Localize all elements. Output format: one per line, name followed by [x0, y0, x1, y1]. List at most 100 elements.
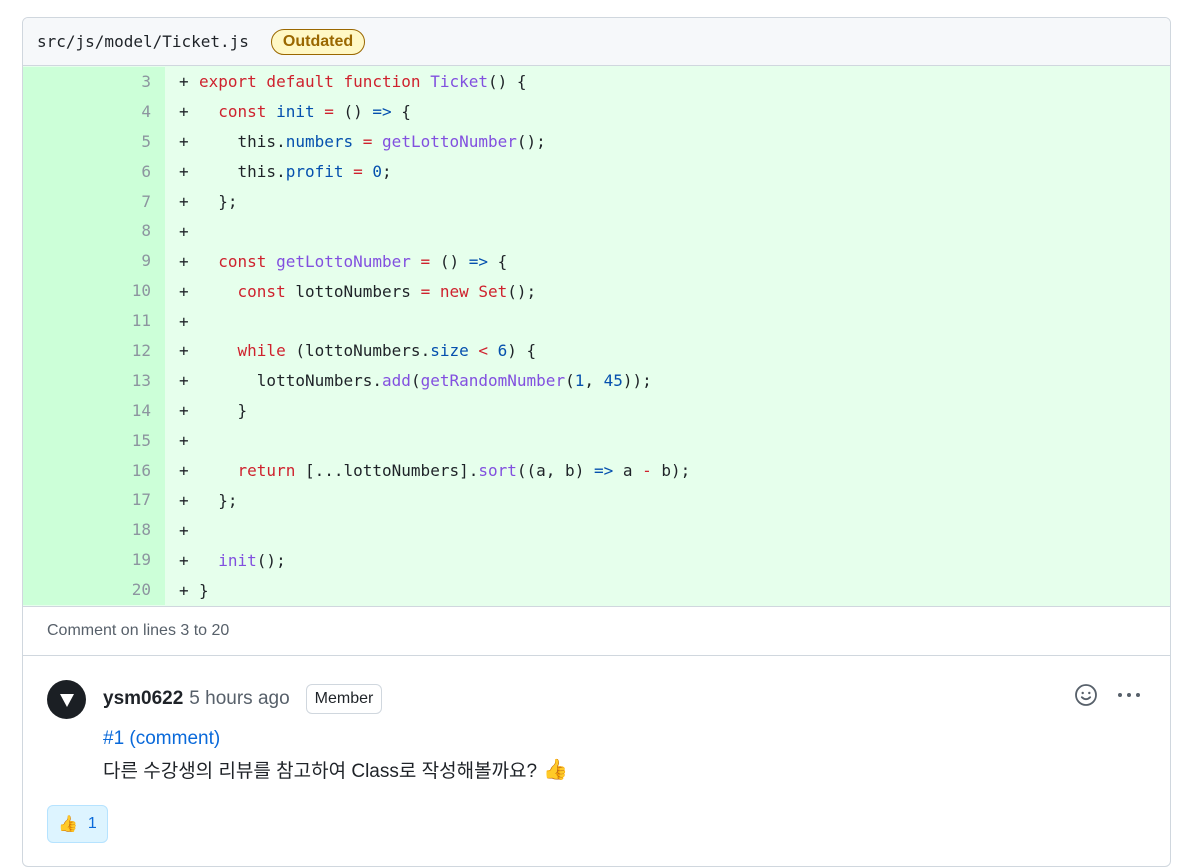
code-token: };	[199, 490, 238, 510]
code-text: this.numbers = getLottoNumber();	[199, 132, 546, 151]
diff-line: 14 + }	[23, 395, 1170, 426]
code-token: 1	[574, 371, 585, 391]
code-text: lottoNumbers.add(getRandomNumber(1, 45))…	[199, 371, 652, 390]
code-token: (lottoNumbers.	[285, 341, 431, 361]
code-text: };	[199, 490, 238, 510]
diff-line: 17 + };	[23, 485, 1170, 516]
diff-sign: +	[179, 371, 189, 391]
code-token: b);	[651, 461, 691, 481]
line-number[interactable]: 15	[23, 425, 165, 456]
diff-sign: +	[179, 132, 189, 152]
comment-author[interactable]: ysm0622	[103, 688, 183, 710]
review-thread: src/js/model/Ticket.js Outdated 3 + export…	[22, 17, 1171, 867]
code-token: (	[565, 371, 575, 391]
comment-range-label: Comment on lines 3 to 20	[23, 606, 1170, 656]
diff-line: 19 + init();	[23, 545, 1170, 576]
comment-actions	[1074, 683, 1142, 707]
line-number[interactable]: 18	[23, 515, 165, 546]
code-token: -	[642, 461, 652, 481]
code-token: {	[488, 251, 508, 271]
code-token: =	[314, 102, 344, 122]
code-text: return [...lottoNumbers].sort((a, b) => …	[199, 461, 691, 481]
line-number[interactable]: 19	[23, 545, 165, 576]
line-number[interactable]: 7	[23, 186, 165, 217]
code-token: size	[430, 341, 469, 361]
diff-sign: +	[179, 221, 189, 241]
line-number[interactable]: 20	[23, 575, 165, 606]
smiley-icon[interactable]	[1074, 683, 1098, 707]
code-token: return	[237, 461, 296, 481]
line-number[interactable]: 9	[23, 246, 165, 277]
code-token: ,	[584, 371, 604, 391]
code-token: =>	[468, 251, 488, 271]
code-token: const	[218, 102, 277, 122]
code-token: {	[391, 102, 411, 122]
line-number[interactable]: 3	[23, 67, 165, 97]
diff-line: 13 + lottoNumbers.add(getRandomNumber(1, …	[23, 365, 1170, 396]
thumbs-up-reaction-button[interactable]: 👍 1	[47, 805, 108, 843]
code-token: Ticket	[430, 72, 488, 92]
code-token: add	[382, 371, 411, 391]
thumbs-up-emoji: 👍	[543, 759, 568, 781]
code-token: init	[276, 102, 315, 122]
line-number[interactable]: 14	[23, 395, 165, 426]
code-token: ) {	[507, 341, 537, 361]
code-token: sort	[478, 461, 517, 481]
code-token: ();	[256, 550, 286, 570]
diff-sign: +	[179, 311, 189, 331]
code-token: ((a, b)	[516, 461, 594, 481]
code-token: Set	[478, 281, 508, 301]
diff-line: 6 + this.profit = 0;	[23, 156, 1170, 187]
code-token: [...lottoNumbers].	[295, 461, 479, 481]
code-token: lottoNumbers.	[199, 371, 383, 391]
diff-sign: +	[179, 461, 189, 481]
kebab-horizontal-icon[interactable]	[1116, 683, 1142, 707]
line-number[interactable]: 13	[23, 365, 165, 396]
diff-line: 9 + const getLottoNumber = () => {	[23, 246, 1170, 277]
diff-sign: +	[179, 102, 189, 122]
line-number[interactable]: 5	[23, 126, 165, 157]
code-token: const	[218, 251, 277, 271]
line-number[interactable]: 8	[23, 216, 165, 247]
diff-sign: +	[179, 490, 189, 510]
diff-sign: +	[179, 72, 189, 92]
code-token: =	[353, 132, 383, 152]
line-number[interactable]: 6	[23, 156, 165, 187]
code-token: };	[199, 192, 238, 211]
code-token: 45	[603, 371, 623, 391]
line-number[interactable]: 4	[23, 96, 165, 127]
line-number[interactable]: 10	[23, 276, 165, 307]
code-token: getLottoNumber	[382, 132, 517, 152]
line-number[interactable]: 11	[23, 306, 165, 337]
code-token: const	[237, 281, 296, 301]
diff-line: 8 +	[23, 216, 1170, 247]
code-text: export default function Ticket() {	[199, 72, 527, 91]
diff-line: 16 + return [...lottoNumbers].sort((a, b)…	[23, 455, 1170, 486]
comment-body: #1 (comment) 다른 수강생의 리뷰를 참고하여 Class로 작성해…	[103, 728, 1146, 783]
diff-sign: +	[179, 520, 189, 540]
avatar[interactable]	[47, 680, 86, 719]
diff-line: 18 +	[23, 515, 1170, 546]
code-text: }	[199, 581, 209, 600]
code-token: lottoNumbers	[295, 281, 421, 301]
line-number[interactable]: 12	[23, 336, 165, 366]
diff-sign: +	[179, 341, 189, 361]
file-path[interactable]: src/js/model/Ticket.js	[37, 32, 249, 51]
code-token: init	[218, 550, 257, 570]
code-text: const lottoNumbers = new Set();	[199, 281, 537, 301]
diff-sign: +	[179, 431, 189, 451]
line-number[interactable]: 16	[23, 455, 165, 486]
diff-line: 4 + const init = () => {	[23, 96, 1170, 127]
comment-link[interactable]: #1 (comment)	[103, 728, 1146, 750]
comment-time[interactable]: 5 hours ago	[189, 688, 289, 710]
code-token: }	[199, 580, 209, 600]
diff-sign: +	[179, 580, 189, 600]
code-token: ();	[516, 132, 546, 152]
line-number[interactable]: 17	[23, 485, 165, 516]
code-token: getLottoNumber	[276, 251, 411, 271]
code-token: =>	[372, 102, 392, 122]
